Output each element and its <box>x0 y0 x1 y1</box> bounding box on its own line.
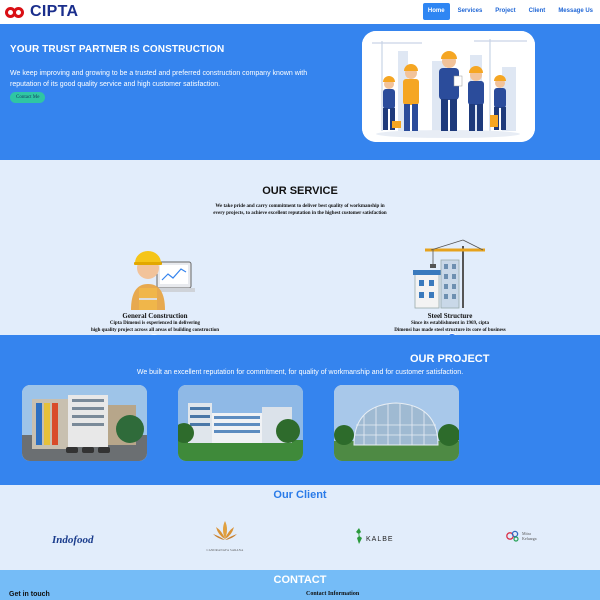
service-title: OUR SERVICE <box>262 185 338 197</box>
client-logo-subtext: Keluarga <box>522 536 537 541</box>
service-card-steel-structure: Steel Structure Since its establishment … <box>370 238 530 334</box>
project-section: OUR PROJECT We built an excellent reputa… <box>0 335 600 485</box>
hero-section: YOUR TRUST PARTNER IS CONSTRUCTION We ke… <box>0 24 600 160</box>
service-description: We take pride and carry commitment to de… <box>213 204 387 216</box>
client-logo-mitra-keluarga: Mitra Keluarga <box>506 530 537 542</box>
project-title: OUR PROJECT <box>410 353 490 365</box>
brand-name: CIPTA <box>30 3 79 20</box>
cipta-logo-icon <box>5 5 27 19</box>
service-card-title: Steel Structure <box>427 312 473 320</box>
get-in-touch-heading: Get in touch <box>9 591 50 598</box>
service-card-text-line: Cipta Dimensi is experienced in deliveri… <box>109 321 201 326</box>
nav-message-us[interactable]: Message Us <box>553 3 598 20</box>
contact-section: CONTACT Get in touch Contact Information <box>0 570 600 600</box>
service-card-title: General Construction <box>122 312 188 320</box>
hero-title: YOUR TRUST PARTNER IS CONSTRUCTION <box>10 44 225 55</box>
lotus-icon <box>213 521 237 540</box>
nav-project[interactable]: Project <box>490 3 520 20</box>
client-section: Our Client Indofood CANDRANAYA SARANA KA… <box>0 485 600 570</box>
client-logo-candranaya: CANDRANAYA SARANA <box>198 519 252 552</box>
service-section: OUR SERVICE We take pride and carry comm… <box>0 160 600 346</box>
project-image-1[interactable] <box>22 385 147 461</box>
construction-workers-illustration <box>362 31 535 142</box>
project-image-3[interactable] <box>334 385 459 461</box>
service-card-text-line: Since its establishment in 1969, cipta <box>410 321 490 326</box>
nav-services[interactable]: Services <box>453 3 488 20</box>
contact-information-heading: Contact Information <box>306 591 360 597</box>
service-card-general-construction: General Construction Cipta Dimensi is ex… <box>75 238 235 334</box>
client-logo-text: CANDRANAYA SARANA <box>206 548 244 552</box>
contact-title: CONTACT <box>273 574 327 586</box>
brand-logo[interactable]: CIPTA <box>5 3 78 21</box>
navbar: CIPTA Home Services Project Client Messa… <box>0 0 600 24</box>
client-title: Our Client <box>273 489 327 501</box>
service-card-text-line: high quality project across all areas of… <box>90 328 220 333</box>
mitra-keluarga-mark-icon <box>506 530 519 542</box>
nav-links: Home Services Project Client Message Us <box>422 3 598 20</box>
nav-home[interactable]: Home <box>422 3 450 20</box>
contact-me-button[interactable]: Contact Me <box>10 92 46 103</box>
client-logo-text: Indofood <box>52 534 94 546</box>
client-logo-kalbe: KALBE <box>355 528 394 544</box>
client-logo-indofood: Indofood <box>52 530 94 548</box>
project-image-2[interactable] <box>178 385 303 461</box>
hero-description: We keep improving and growing to be a tr… <box>10 70 308 88</box>
crane-building-icon <box>411 238 489 310</box>
client-logo-text: KALBE <box>366 535 394 543</box>
project-description: We built an excellent reputation for com… <box>136 369 464 376</box>
kalbe-mark-icon <box>356 528 362 544</box>
nav-client[interactable]: Client <box>524 3 551 20</box>
engineer-icon <box>115 238 195 310</box>
